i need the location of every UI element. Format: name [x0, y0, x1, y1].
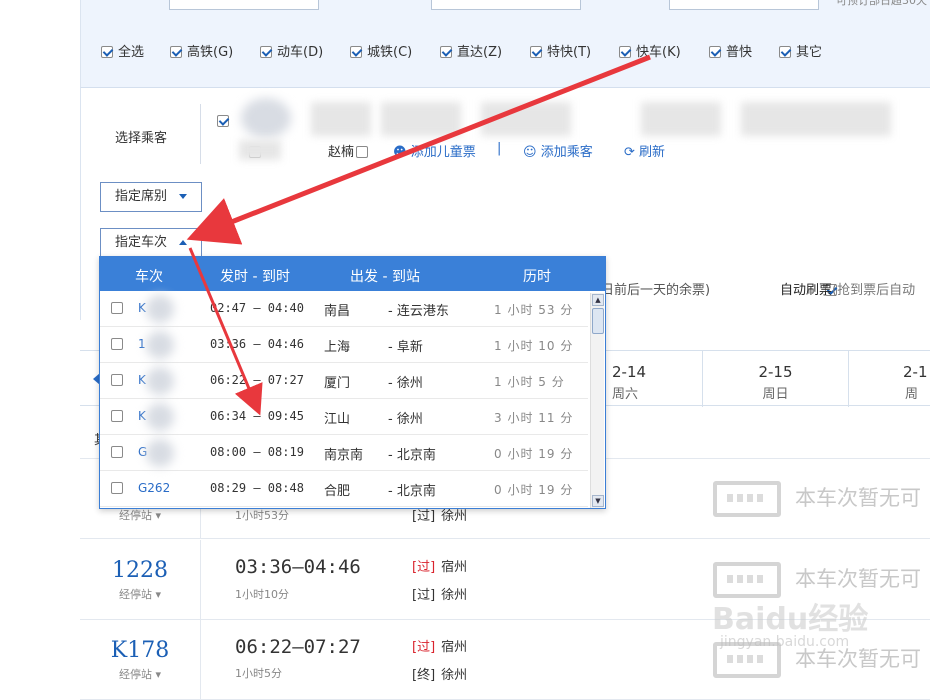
red-arrow-to-train-select — [186, 54, 651, 245]
annotation-arrows — [186, 54, 651, 416]
red-arrow-to-dropdown — [188, 247, 263, 416]
